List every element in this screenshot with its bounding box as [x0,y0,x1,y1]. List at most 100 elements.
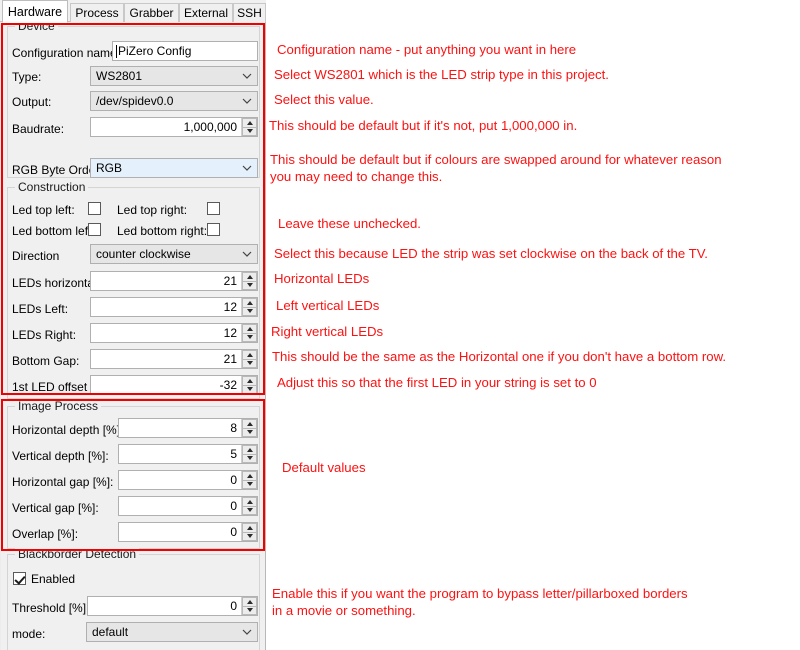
stepper-down-icon[interactable] [242,505,257,515]
blackborder-enabled-checkbox[interactable] [13,572,26,585]
tab-external-label: External [183,6,229,20]
app-window: Hardware Process Grabber External SSH De… [0,0,800,650]
stepper-up-icon[interactable] [242,523,257,532]
stepper-down-icon[interactable] [242,332,257,342]
leds-right-label: LEDs Right: [12,328,77,342]
annotation-leds-left: Left vertical LEDs [276,298,380,313]
vertical-depth-value: 5 [230,447,237,461]
vertical-gap-stepper[interactable] [241,497,257,515]
led-bottom-left-label: Led bottom left: [12,224,95,238]
led-top-left-checkbox[interactable] [88,202,101,215]
overlap-stepper[interactable] [241,523,257,541]
stepper-up-icon[interactable] [242,298,257,307]
stepper-down-icon[interactable] [242,384,257,394]
baudrate-stepper[interactable] [241,118,257,136]
leds-horizontal-value: 21 [223,274,237,288]
annotation-checkboxes: Leave these unchecked. [278,216,421,231]
tab-grabber-label: Grabber [129,6,174,20]
stepper-down-icon[interactable] [242,126,257,136]
stepper-up-icon[interactable] [242,350,257,359]
annotation-bottom-gap: This should be the same as the Horizonta… [272,349,727,364]
overlap-value: 0 [230,525,237,539]
horizontal-depth-stepper[interactable] [241,419,257,437]
image-process-group-title: Image Process [15,399,102,413]
leds-right-stepper[interactable] [241,324,257,342]
threshold-value: 0 [230,599,237,613]
stepper-up-icon[interactable] [242,471,257,480]
stepper-down-icon[interactable] [242,479,257,489]
baudrate-value: 1,000,000 [183,120,237,134]
bottom-gap-value: 21 [223,352,237,366]
stepper-up-icon[interactable] [242,118,257,127]
stepper-down-icon[interactable] [242,531,257,541]
first-led-offset-spinbox[interactable]: -32 [90,375,258,395]
stepper-up-icon[interactable] [242,376,257,385]
stepper-up-icon[interactable] [242,419,257,428]
blackborder-enabled-label: Enabled [31,572,76,586]
direction-combobox[interactable]: counter clockwise [90,244,258,264]
led-bottom-right-checkbox[interactable] [207,223,220,236]
output-label: Output: [12,95,52,109]
output-value: /dev/spidev0.0 [96,94,174,108]
baudrate-label: Baudrate: [12,122,65,136]
horizontal-gap-stepper[interactable] [241,471,257,489]
first-led-offset-label: 1st LED offset [12,380,88,394]
vertical-depth-spinbox[interactable]: 5 [118,444,258,464]
tab-external[interactable]: External [179,3,233,22]
tab-grabber[interactable]: Grabber [124,3,179,22]
leds-left-stepper[interactable] [241,298,257,316]
bottom-gap-label: Bottom Gap: [12,354,80,368]
led-top-right-label: Led top right: [117,203,188,217]
stepper-down-icon[interactable] [242,427,257,437]
annotation-output: Select this value. [274,92,374,107]
vertical-gap-label: Vertical gap [%]: [12,501,99,515]
stepper-down-icon[interactable] [242,453,257,463]
horizontal-gap-spinbox[interactable]: 0 [118,470,258,490]
tab-ssh[interactable]: SSH [233,3,266,22]
output-combobox[interactable]: /dev/spidev0.0 [90,91,258,111]
type-combobox[interactable]: WS2801 [90,66,258,86]
stepper-up-icon[interactable] [242,497,257,506]
stepper-up-icon[interactable] [242,445,257,454]
stepper-down-icon[interactable] [242,605,257,615]
tab-process[interactable]: Process [70,3,124,22]
threshold-stepper[interactable] [241,597,257,615]
overlap-spinbox[interactable]: 0 [118,522,258,542]
stepper-up-icon[interactable] [242,272,257,281]
leds-horizontal-label: LEDs horizontal: [12,276,101,290]
hardware-settings-panel: Device Configuration name: PiZero Config… [0,19,266,650]
leds-right-spinbox[interactable]: 12 [90,323,258,343]
chevron-down-icon [242,249,252,258]
tab-hardware[interactable]: Hardware [2,0,68,23]
leds-left-value: 12 [223,300,237,314]
stepper-down-icon[interactable] [242,280,257,290]
annotation-configuration-name: Configuration name - put anything you wa… [277,42,577,57]
baudrate-spinbox[interactable]: 1,000,000 [90,117,258,137]
rgb-byte-order-value: RGB [96,161,123,175]
stepper-down-icon[interactable] [242,358,257,368]
stepper-down-icon[interactable] [242,306,257,316]
threshold-spinbox[interactable]: 0 [87,596,258,616]
chevron-down-icon [242,163,252,172]
horizontal-depth-spinbox[interactable]: 8 [118,418,258,438]
leds-left-spinbox[interactable]: 12 [90,297,258,317]
stepper-up-icon[interactable] [242,597,257,606]
annotation-baudrate: This should be default but if it's not, … [269,118,578,133]
stepper-up-icon[interactable] [242,324,257,333]
type-value: WS2801 [96,69,143,83]
leds-horizontal-spinbox[interactable]: 21 [90,271,258,291]
leds-horizontal-stepper[interactable] [241,272,257,290]
construction-group-title: Construction [15,180,89,194]
rgb-byte-order-combobox[interactable]: RGB [90,158,258,178]
mode-combobox[interactable]: default [86,622,258,642]
first-led-offset-stepper[interactable] [241,376,257,394]
led-bottom-left-checkbox[interactable] [88,223,101,236]
blackborder-group-title: Blackborder Detection [15,547,140,561]
annotation-rgb-byte-order: This should be default but if colours ar… [270,152,722,184]
bottom-gap-spinbox[interactable]: 21 [90,349,258,369]
led-top-right-checkbox[interactable] [207,202,220,215]
configuration-name-input[interactable]: PiZero Config [112,41,258,61]
vertical-gap-spinbox[interactable]: 0 [118,496,258,516]
vertical-depth-stepper[interactable] [241,445,257,463]
bottom-gap-stepper[interactable] [241,350,257,368]
